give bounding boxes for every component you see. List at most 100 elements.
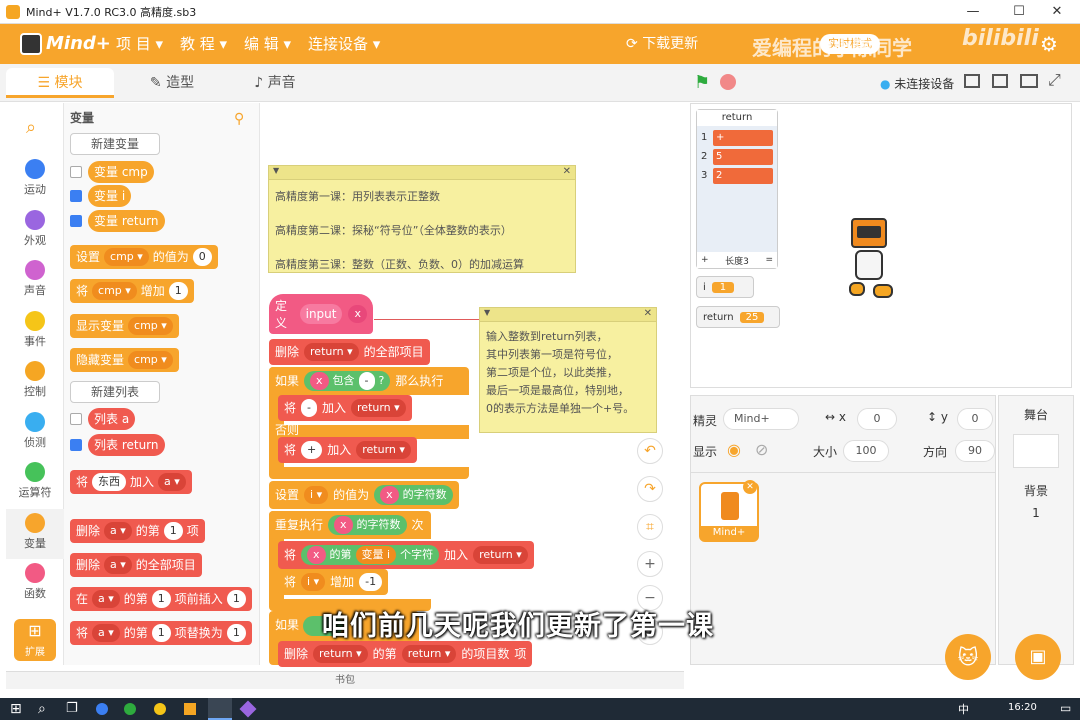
add-plus-block[interactable]: 将 + 加入 return ▾ — [278, 437, 417, 463]
list-a-checkbox[interactable] — [70, 413, 82, 425]
add-to-list-block[interactable]: 将东西 加入 a ▾ — [70, 470, 192, 494]
menu-tutorial[interactable]: 教 程 ▾ — [180, 24, 227, 64]
var-cmp-checkbox[interactable] — [70, 166, 82, 178]
close-comment-icon[interactable]: ✕ — [563, 166, 571, 177]
var-return-reporter[interactable]: 变量 return — [88, 210, 165, 232]
script-area[interactable]: ▼ ✕ 高精度第一课：用列表表示正整数 高精度第二课：探秘“符号位”（全体整数的表… — [260, 103, 684, 667]
delete-all-return-block[interactable]: 删除 return ▾ 的全部项目 — [269, 339, 430, 365]
collapse-icon[interactable]: ▼ — [273, 166, 279, 175]
delete-item-block[interactable]: 删除 a ▾ 的第 1 项 — [70, 519, 205, 543]
menu-edit[interactable]: 编 辑 ▾ — [244, 24, 291, 64]
minimize-button[interactable]: — — [950, 0, 996, 24]
large-stage-icon[interactable] — [1020, 74, 1038, 88]
category-item[interactable]: 事件 — [6, 307, 64, 357]
normal-stage-icon[interactable] — [992, 74, 1008, 88]
category-item[interactable]: 侦测 — [6, 408, 64, 458]
var-i-checkbox[interactable] — [70, 190, 82, 202]
settings-gear-icon[interactable]: ⚙ — [1040, 32, 1058, 56]
category-item[interactable]: 变量 — [6, 508, 64, 559]
category-item[interactable]: 函数 — [6, 559, 64, 609]
wechat-icon[interactable] — [124, 703, 136, 715]
comment-header[interactable]: ▼ ✕ — [269, 166, 575, 180]
x-input[interactable]: 0 — [857, 408, 897, 430]
size-input[interactable]: 100 — [843, 440, 889, 462]
zoom-in-icon[interactable]: + — [637, 551, 663, 577]
stop-icon[interactable] — [720, 74, 736, 90]
app-icon[interactable] — [239, 700, 257, 718]
taskbar-search-icon[interactable]: ⌕ — [38, 701, 46, 717]
var-return-checkbox[interactable] — [70, 215, 82, 227]
sprite-thumbnail[interactable]: ✕ Mind+ — [699, 480, 759, 542]
mind-plus-sprite[interactable] — [841, 204, 897, 304]
stage-info-panel[interactable]: 舞台 背景 1 ▣ — [998, 395, 1074, 680]
change-i-block[interactable]: 将i ▾ 增加 -1 — [278, 569, 389, 595]
if-condition-row[interactable]: 如果 x 包含 -? 那么执行 — [269, 367, 450, 395]
hide-variable-block[interactable]: 隐藏变量 cmp ▾ — [70, 348, 179, 372]
new-list-button[interactable]: 新建列表 — [70, 381, 160, 403]
add-sprite-button[interactable]: 🐱 — [945, 634, 991, 680]
monitor-i[interactable]: i1 — [696, 276, 754, 298]
var-cmp-reporter[interactable]: 变量 cmp — [88, 161, 154, 183]
tab-costumes[interactable]: ✎ 造型 — [118, 68, 226, 98]
ime-indicator[interactable]: 中 — [958, 701, 969, 717]
new-variable-button[interactable]: 新建变量 — [70, 133, 160, 155]
set-i-block[interactable]: 设置 i ▾ 的值为 x 的字符数 — [269, 481, 459, 509]
list-monitor-return[interactable]: return 1 + 25 32 + 长度3 = — [696, 109, 778, 269]
task-view-icon[interactable]: ❐ — [66, 701, 78, 716]
close-comment-icon[interactable]: ✕ — [644, 308, 652, 319]
lesson-comment[interactable]: ▼ ✕ 高精度第一课：用列表表示正整数 高精度第二课：探秘“符号位”（全体整数的表… — [268, 165, 576, 273]
chrome-icon[interactable] — [154, 703, 166, 715]
show-eye-icon[interactable]: ◉ — [727, 440, 741, 459]
green-flag-icon[interactable]: ⚑ — [694, 72, 710, 93]
direction-input[interactable]: 90 — [955, 440, 995, 462]
delete-all-block[interactable]: 删除 a ▾ 的全部项目 — [70, 553, 202, 577]
pin-icon[interactable]: ⚲ — [234, 111, 244, 127]
description-comment[interactable]: ▼ ✕ 输入整数到return列表， 其中列表第一项是符号位， 第二项是个位，以此… — [479, 307, 657, 433]
change-variable-block[interactable]: 将 cmp ▾ 增加 1 — [70, 279, 194, 303]
download-update-button[interactable]: ⟳ 下载更新 — [626, 24, 698, 64]
show-variable-block[interactable]: 显示变量 cmp ▾ — [70, 314, 179, 338]
list-a-reporter[interactable]: 列表 a — [88, 408, 136, 430]
stage[interactable]: return 1 + 25 32 + 长度3 = i1 return 25 — [690, 103, 1072, 388]
connection-status[interactable]: ● 未连接设备 — [880, 75, 954, 92]
menu-connect-device[interactable]: 连接设备 ▾ — [308, 24, 380, 64]
category-item[interactable]: 外观 — [6, 206, 64, 256]
tab-sounds[interactable]: ♪ 声音 — [230, 68, 320, 98]
backpack-bar[interactable]: 书包 — [6, 671, 684, 689]
add-minus-block[interactable]: 将 - 加入 return ▾ — [278, 395, 412, 421]
sprite-name-input[interactable]: Mind+ — [723, 408, 799, 430]
crop-icon[interactable]: ⌗ — [637, 514, 663, 540]
notification-icon[interactable]: ▭ — [1060, 701, 1071, 715]
folder-icon[interactable] — [184, 703, 196, 715]
add-char-block[interactable]: 将 x 的第 变量 i 个字符 加入 return ▾ — [278, 541, 534, 569]
tab-blocks[interactable]: ☰ 模块 — [6, 68, 114, 98]
clock[interactable]: 16:20 — [1008, 702, 1037, 713]
replace-item-block[interactable]: 将a ▾ 的第 1 项替换为 1 — [70, 621, 252, 645]
collapse-icon[interactable]: ▼ — [484, 308, 490, 317]
y-input[interactable]: 0 — [957, 408, 993, 430]
close-button[interactable]: ✕ — [1034, 0, 1080, 24]
var-i-reporter[interactable]: 变量 i — [88, 185, 132, 207]
comment-header[interactable]: ▼ ✕ — [480, 308, 656, 322]
set-variable-block[interactable]: 设置 cmp ▾ 的值为 0 — [70, 245, 218, 269]
app-icon[interactable] — [96, 703, 108, 715]
small-stage-icon[interactable] — [964, 74, 980, 88]
delete-sprite-icon[interactable]: ✕ — [743, 480, 757, 494]
fullscreen-icon[interactable]: ⤢ — [1048, 70, 1061, 90]
category-item[interactable]: 声音 — [6, 256, 64, 306]
hide-eye-icon[interactable]: ⊘ — [755, 440, 768, 459]
extension-button[interactable]: ⊞ 扩展 — [14, 619, 56, 661]
undo-icon[interactable]: ↶ — [637, 438, 663, 464]
contains-operator[interactable]: x 包含 -? — [304, 371, 391, 391]
add-backdrop-button[interactable]: ▣ — [1015, 634, 1061, 680]
redo-icon[interactable]: ↷ — [637, 476, 663, 502]
define-block[interactable]: 定义 input x — [269, 294, 373, 334]
stage-thumbnail[interactable] — [1013, 434, 1059, 468]
search-icon[interactable]: ⌕ — [26, 117, 36, 138]
list-return-checkbox[interactable] — [70, 439, 82, 451]
category-item[interactable]: 运算符 — [6, 458, 64, 508]
monitor-return[interactable]: return 25 — [696, 306, 780, 328]
menu-project[interactable]: 项 目 ▾ — [116, 24, 163, 64]
windows-start-icon[interactable]: ⊞ — [10, 701, 22, 717]
category-item[interactable]: 运动 — [6, 155, 64, 205]
